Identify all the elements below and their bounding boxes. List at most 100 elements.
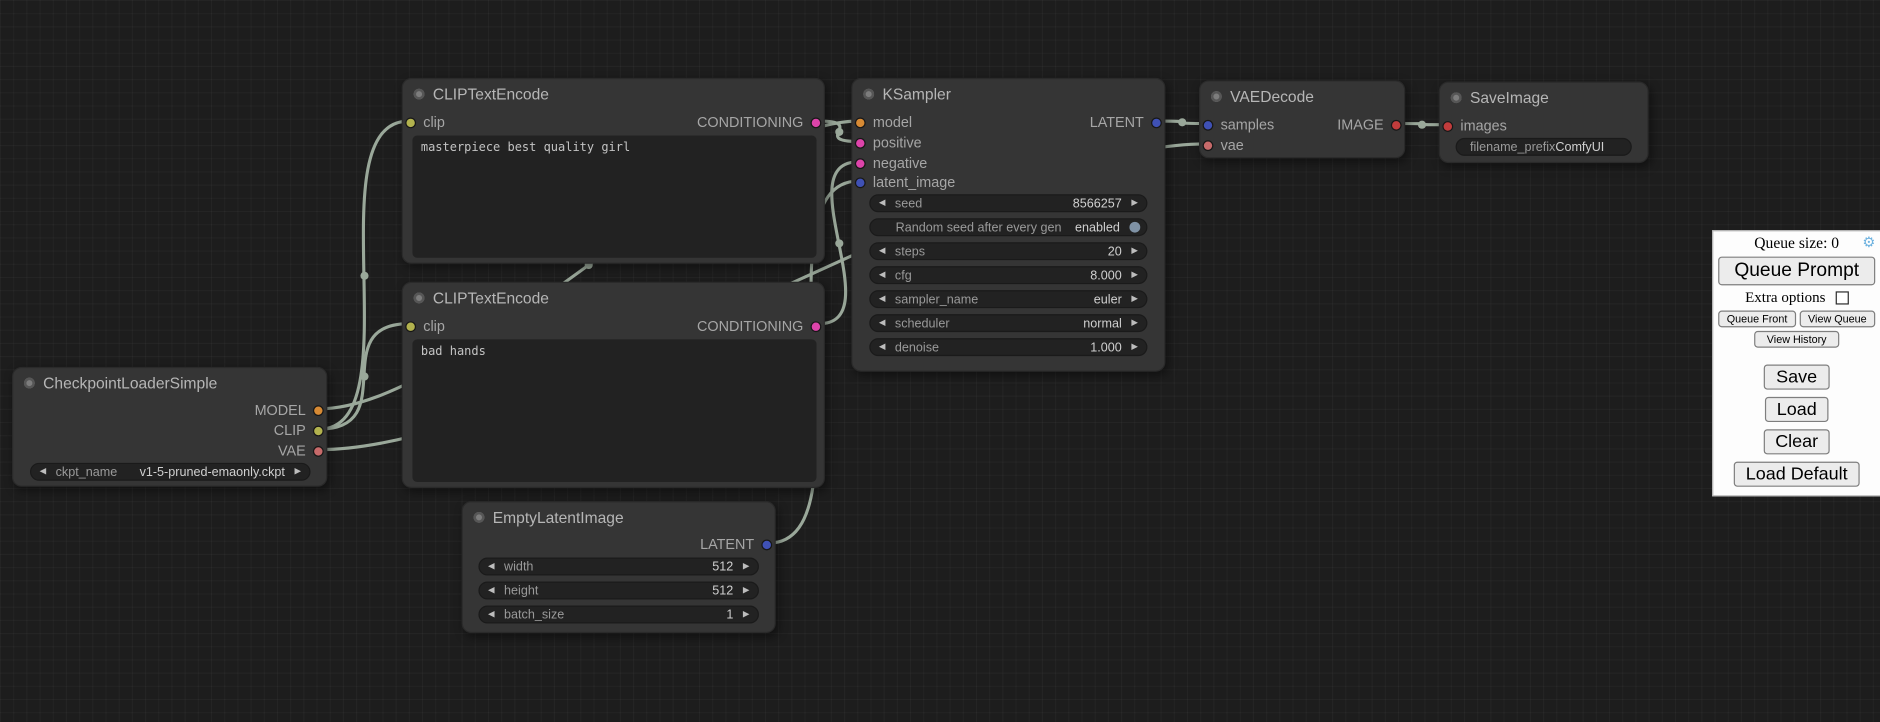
widget-ckpt-name[interactable]: ◀ ckpt_name v1-5-pruned-emaonly.ckpt ▶ [30,463,311,481]
slot-dot-conditioning[interactable] [811,321,822,332]
widget-width[interactable]: ◀ width 512 ▶ [478,558,759,576]
node-cliptextencode-positive[interactable]: CLIPTextEncode clip CONDITIONING masterp… [402,78,825,264]
view-queue-button[interactable]: View Queue [1799,311,1875,328]
output-slot-model[interactable]: MODEL [255,402,324,419]
decrement-arrow-icon[interactable]: ◀ [488,562,494,570]
widget-filename-prefix[interactable]: filename_prefix ComfyUI [1456,138,1632,156]
collapse-dot-icon[interactable] [863,88,874,99]
output-slot-latent[interactable]: LATENT [700,536,772,553]
toggle-on-icon[interactable] [1129,222,1140,233]
increment-arrow-icon[interactable]: ▶ [1131,271,1137,279]
widget-value[interactable]: v1-5-pruned-emaonly.ckpt [140,465,285,479]
collapse-dot-icon[interactable] [24,377,35,388]
comfy-menu[interactable]: Queue size: 0 ⚙ Queue Prompt Extra optio… [1712,230,1880,496]
decrement-arrow-icon[interactable]: ◀ [40,468,46,476]
settings-gear-icon[interactable]: ⚙ [1862,235,1875,249]
decrement-arrow-icon[interactable]: ◀ [879,319,885,327]
widget-value[interactable]: 8.000 [1090,268,1122,282]
slot-dot-latent[interactable] [1203,119,1214,130]
input-slot-vae[interactable]: vae [1203,137,1244,154]
slot-dot-conditioning[interactable] [855,137,866,148]
widget-value[interactable]: 1 [726,607,733,621]
node-emptylatentimage[interactable]: EmptyLatentImage LATENT ◀ width 512 ▶ ◀ … [462,501,776,633]
node-title-bar[interactable]: VAEDecode [1200,82,1404,111]
collapse-dot-icon[interactable] [414,88,425,99]
node-graph-canvas[interactable]: CheckpointLoaderSimple MODEL CLIP VAE ◀ … [0,0,1880,722]
increment-arrow-icon[interactable]: ▶ [1131,319,1137,327]
output-slot-conditioning[interactable]: CONDITIONING [697,318,821,335]
decrement-arrow-icon[interactable]: ◀ [879,247,885,255]
node-title-bar[interactable]: CheckpointLoaderSimple [13,368,326,397]
node-cliptextencode-negative[interactable]: CLIPTextEncode clip CONDITIONING bad han… [402,282,825,488]
input-slot-negative[interactable]: negative [855,155,927,172]
widget-steps[interactable]: ◀ steps 20 ▶ [869,242,1147,260]
slot-dot-image[interactable] [1391,119,1402,130]
prompt-textarea[interactable]: masterpiece best quality girl [412,135,816,257]
slot-dot-image[interactable] [1442,120,1453,131]
collapse-dot-icon[interactable] [1211,91,1222,102]
slot-dot-vae[interactable] [313,445,324,456]
collapse-dot-icon[interactable] [414,292,425,303]
node-title-bar[interactable]: SaveImage [1440,83,1647,112]
increment-arrow-icon[interactable]: ▶ [1131,199,1137,207]
increment-arrow-icon[interactable]: ▶ [743,586,749,594]
increment-arrow-icon[interactable]: ▶ [294,468,300,476]
node-title-bar[interactable]: CLIPTextEncode [403,79,824,108]
node-saveimage[interactable]: SaveImage images filename_prefix ComfyUI [1439,82,1649,164]
node-ksampler[interactable]: KSampler model positive negative latent_… [851,78,1165,372]
slot-dot-model[interactable] [313,405,324,416]
node-checkpointloadersimple[interactable]: CheckpointLoaderSimple MODEL CLIP VAE ◀ … [12,367,327,487]
widget-height[interactable]: ◀ height 512 ▶ [478,582,759,600]
queue-front-button[interactable]: Queue Front [1718,311,1796,328]
increment-arrow-icon[interactable]: ▶ [1131,343,1137,351]
slot-dot-conditioning[interactable] [855,158,866,169]
widget-value[interactable]: 8566257 [1073,196,1122,210]
node-title-bar[interactable]: CLIPTextEncode [403,283,824,312]
output-slot-latent[interactable]: LATENT [1090,114,1162,131]
clear-button[interactable]: Clear [1763,429,1830,454]
slot-dot-model[interactable] [855,117,866,128]
increment-arrow-icon[interactable]: ▶ [1131,295,1137,303]
slot-dot-clip[interactable] [405,117,416,128]
input-slot-positive[interactable]: positive [855,134,922,151]
widget-value[interactable]: 1.000 [1090,340,1122,354]
output-slot-image[interactable]: IMAGE [1337,116,1401,133]
slot-dot-latent[interactable] [1151,117,1162,128]
widget-denoise[interactable]: ◀ denoise 1.000 ▶ [869,338,1147,356]
slot-dot-clip[interactable] [313,425,324,436]
input-slot-samples[interactable]: samples [1203,116,1275,133]
widget-cfg[interactable]: ◀ cfg 8.000 ▶ [869,266,1147,284]
widget-seed[interactable]: ◀ seed 8566257 ▶ [869,194,1147,212]
widget-batch-size[interactable]: ◀ batch_size 1 ▶ [478,605,759,623]
input-slot-model[interactable]: model [855,114,912,131]
widget-value[interactable]: 512 [712,559,733,573]
decrement-arrow-icon[interactable]: ◀ [879,271,885,279]
input-slot-clip[interactable]: clip [405,318,445,335]
decrement-arrow-icon[interactable]: ◀ [879,343,885,351]
widget-value[interactable]: 20 [1108,244,1122,258]
slot-dot-latent[interactable] [855,177,866,188]
prompt-textarea[interactable]: bad hands [412,339,816,482]
node-title-bar[interactable]: KSampler [852,79,1164,108]
queue-prompt-button[interactable]: Queue Prompt [1718,257,1875,286]
output-slot-clip[interactable]: CLIP [274,422,324,439]
input-slot-clip[interactable]: clip [405,114,445,131]
widget-random-seed-toggle[interactable]: Random seed after every gen enabled [869,218,1147,236]
collapse-dot-icon[interactable] [1451,92,1462,103]
collapse-dot-icon[interactable] [474,511,485,522]
extra-options-checkbox[interactable] [1835,291,1848,304]
node-title-bar[interactable]: EmptyLatentImage [463,502,775,531]
widget-value[interactable]: normal [1083,316,1121,330]
widget-scheduler[interactable]: ◀ scheduler normal ▶ [869,314,1147,332]
view-history-button[interactable]: View History [1754,331,1840,348]
increment-arrow-icon[interactable]: ▶ [743,562,749,570]
decrement-arrow-icon[interactable]: ◀ [879,199,885,207]
load-default-button[interactable]: Load Default [1734,462,1860,487]
output-slot-vae[interactable]: VAE [278,442,324,459]
widget-value[interactable]: enabled [1075,220,1120,234]
increment-arrow-icon[interactable]: ▶ [1131,247,1137,255]
slot-dot-latent[interactable] [761,539,772,550]
input-slot-images[interactable]: images [1442,118,1506,135]
output-slot-conditioning[interactable]: CONDITIONING [697,114,821,131]
widget-value[interactable]: 512 [712,583,733,597]
